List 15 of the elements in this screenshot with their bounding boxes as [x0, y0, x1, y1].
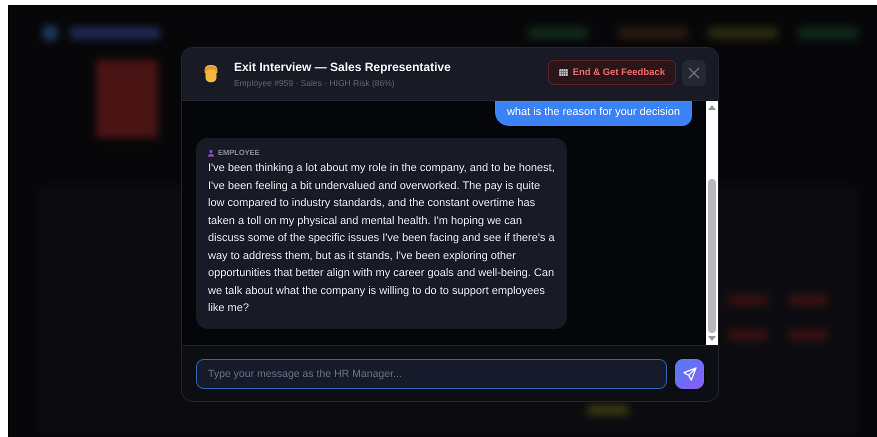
- scrollbar[interactable]: [706, 101, 718, 345]
- send-icon: [682, 366, 698, 382]
- close-button[interactable]: [682, 60, 706, 86]
- close-icon: [688, 66, 700, 78]
- message-input[interactable]: Type your message as the HR Manager...: [196, 358, 667, 388]
- send-button[interactable]: [675, 358, 704, 388]
- down-arrow-icon[interactable]: [708, 336, 716, 342]
- message-text: I've been thinking a lot about my role in the company, and to be honest, I've been feeling a bit undervalued and overworked. The pay is quite low compared to industry standards, and the constant overtime has taken a toll on my physical and mental health. I'm hoping we can discuss some of the specific issues I've been facing and see if there's a way to address them, but as it stands, I've been exploring other opportunities that better align with my career goals and well-being. Can we talk about what the company is willing to do to support employees like me?: [208, 161, 555, 316]
- modal-title: Exit Interview — Sales Representative: [234, 60, 452, 74]
- end-feedback-button[interactable]: End & Get Feedback: [548, 60, 676, 85]
- user-message: what is the reason for your decision: [494, 101, 692, 126]
- up-arrow-icon[interactable]: [708, 104, 716, 110]
- person-icon: [208, 148, 214, 156]
- grid-icon: [558, 69, 568, 76]
- employee-subtitle: Employee #959 · Sales · HIGH Risk (86%): [234, 78, 396, 88]
